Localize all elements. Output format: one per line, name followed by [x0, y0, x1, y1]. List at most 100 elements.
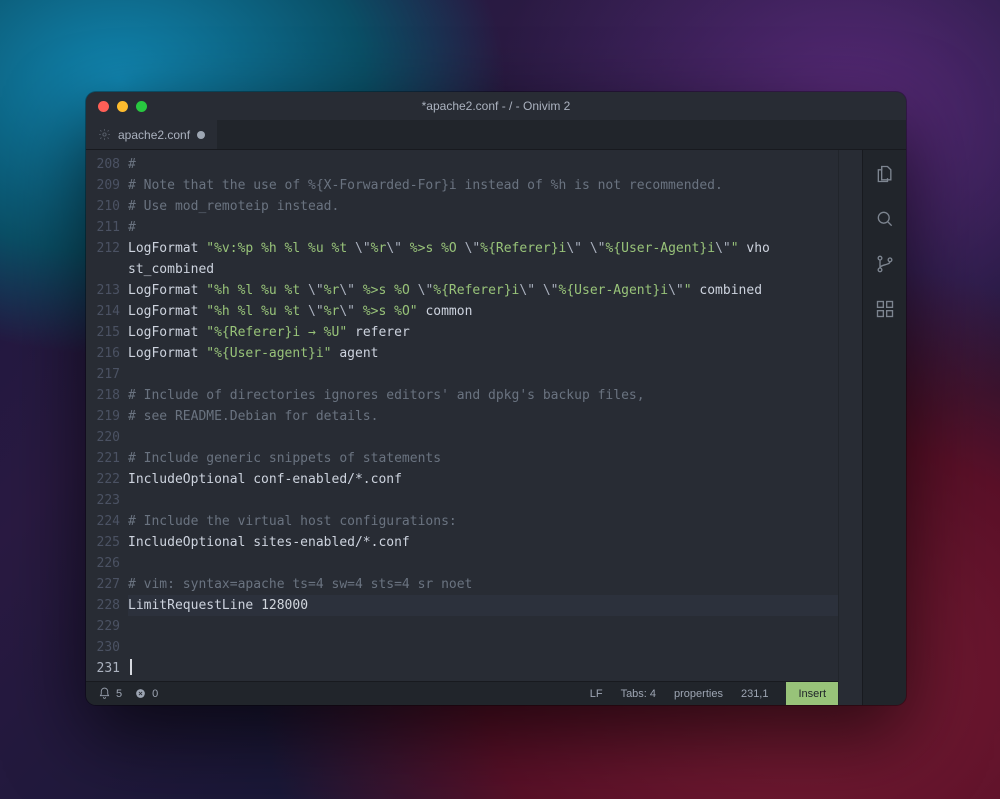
titlebar: *apache2.conf - / - Onivim 2: [86, 92, 906, 120]
editor-line[interactable]: 225IncludeOptional sites-enabled/*.conf: [86, 532, 838, 553]
line-content: # Include the virtual host configuration…: [128, 511, 838, 532]
editor-line[interactable]: 221# Include generic snippets of stateme…: [86, 448, 838, 469]
line-number: 221: [86, 448, 128, 469]
line-content: [128, 553, 838, 574]
status-pos[interactable]: 231,1: [741, 688, 769, 700]
line-content: #: [128, 217, 838, 238]
scm-button[interactable]: [875, 254, 895, 278]
line-number: 213: [86, 280, 128, 301]
editor-line[interactable]: 218# Include of directories ignores edit…: [86, 385, 838, 406]
line-content: LogFormat "%h %l %u %t \"%r\" %>s %O" co…: [128, 301, 838, 322]
gear-icon: [98, 128, 111, 141]
editor-line[interactable]: 224# Include the virtual host configurat…: [86, 511, 838, 532]
errors-count: 0: [152, 688, 158, 700]
editor-line[interactable]: 213LogFormat "%h %l %u %t \"%r\" %>s %O …: [86, 280, 838, 301]
status-tabs[interactable]: Tabs: 4: [621, 688, 656, 700]
status-notifications[interactable]: 5: [98, 687, 122, 700]
line-content: st_combined: [128, 259, 838, 280]
line-content: [128, 364, 838, 385]
editor-line[interactable]: 217: [86, 364, 838, 385]
minimap[interactable]: [838, 150, 862, 705]
git-branch-icon: [875, 254, 895, 274]
editor-line[interactable]: 210# Use mod_remoteip instead.: [86, 196, 838, 217]
editor-line[interactable]: 228LimitRequestLine 128000: [86, 595, 838, 616]
minimize-window-button[interactable]: [117, 101, 128, 112]
editor-line[interactable]: 230: [86, 637, 838, 658]
error-icon: [134, 687, 147, 700]
editor-line[interactable]: 226: [86, 553, 838, 574]
explorer-button[interactable]: [875, 164, 895, 188]
line-number: [86, 259, 128, 280]
line-number: 223: [86, 490, 128, 511]
line-content: [128, 616, 838, 637]
close-window-button[interactable]: [98, 101, 109, 112]
status-mode[interactable]: Insert: [786, 682, 838, 706]
modified-indicator-icon: [197, 131, 205, 139]
line-content: LogFormat "%h %l %u %t \"%r\" %>s %O \"%…: [128, 280, 838, 301]
line-number: 208: [86, 154, 128, 175]
editor-line[interactable]: 208#: [86, 154, 838, 175]
status-eol[interactable]: LF: [590, 688, 603, 700]
line-content: [128, 637, 838, 658]
line-number: 225: [86, 532, 128, 553]
status-lang[interactable]: properties: [674, 688, 723, 700]
line-number: 226: [86, 553, 128, 574]
editor-line[interactable]: 212LogFormat "%v:%p %h %l %u %t \"%r\" %…: [86, 238, 838, 259]
line-content: [128, 658, 838, 679]
line-number: 219: [86, 406, 128, 427]
status-errors[interactable]: 0: [134, 687, 158, 700]
line-number: 209: [86, 175, 128, 196]
line-number: 231: [86, 658, 128, 679]
editor-window: *apache2.conf - / - Onivim 2 apache2.con…: [86, 92, 906, 705]
traffic-lights: [86, 101, 147, 112]
line-number: 217: [86, 364, 128, 385]
editor-line[interactable]: 214LogFormat "%h %l %u %t \"%r\" %>s %O"…: [86, 301, 838, 322]
search-button[interactable]: [875, 209, 895, 233]
activity-bar: [862, 150, 906, 705]
bell-icon: [98, 687, 111, 700]
grid-icon: [875, 299, 895, 319]
zoom-window-button[interactable]: [136, 101, 147, 112]
line-content: # Note that the use of %{X-Forwarded-For…: [128, 175, 838, 196]
line-number: 214: [86, 301, 128, 322]
line-content: LogFormat "%{Referer}i → %U" referer: [128, 322, 838, 343]
line-content: #: [128, 154, 838, 175]
editor-line[interactable]: 231: [86, 658, 838, 679]
line-number: 228: [86, 595, 128, 616]
line-number: 227: [86, 574, 128, 595]
editor-column: 208#209# Note that the use of %{X-Forwar…: [86, 150, 838, 705]
editor-line[interactable]: 211#: [86, 217, 838, 238]
line-content: # vim: syntax=apache ts=4 sw=4 sts=4 sr …: [128, 574, 838, 595]
editor-body: 208#209# Note that the use of %{X-Forwar…: [86, 150, 906, 705]
line-content: LogFormat "%v:%p %h %l %u %t \"%r\" %>s …: [128, 238, 838, 259]
editor-line[interactable]: 216LogFormat "%{User-agent}i" agent: [86, 343, 838, 364]
line-content: LogFormat "%{User-agent}i" agent: [128, 343, 838, 364]
code-editor[interactable]: 208#209# Note that the use of %{X-Forwar…: [86, 150, 838, 681]
extensions-button[interactable]: [875, 299, 895, 323]
editor-line[interactable]: 209# Note that the use of %{X-Forwarded-…: [86, 175, 838, 196]
line-number: 224: [86, 511, 128, 532]
line-number: 215: [86, 322, 128, 343]
editor-line[interactable]: 222IncludeOptional conf-enabled/*.conf: [86, 469, 838, 490]
tab-bar: apache2.conf: [86, 120, 906, 150]
line-number: 216: [86, 343, 128, 364]
text-cursor: [130, 659, 132, 675]
editor-line[interactable]: 227# vim: syntax=apache ts=4 sw=4 sts=4 …: [86, 574, 838, 595]
line-number: 218: [86, 385, 128, 406]
tab-apache2-conf[interactable]: apache2.conf: [86, 120, 217, 149]
line-number: 212: [86, 238, 128, 259]
line-number: 210: [86, 196, 128, 217]
line-content: IncludeOptional sites-enabled/*.conf: [128, 532, 838, 553]
editor-line[interactable]: 223: [86, 490, 838, 511]
tab-label: apache2.conf: [118, 128, 190, 142]
files-icon: [875, 164, 895, 184]
line-number: 222: [86, 469, 128, 490]
status-bar: 5 0 LF Tabs: 4 properties 231,1: [86, 681, 838, 705]
editor-line[interactable]: 219# see README.Debian for details.: [86, 406, 838, 427]
editor-line[interactable]: 215LogFormat "%{Referer}i → %U" referer: [86, 322, 838, 343]
editor-line[interactable]: 229: [86, 616, 838, 637]
editor-line[interactable]: st_combined: [86, 259, 838, 280]
line-content: [128, 427, 838, 448]
editor-line[interactable]: 220: [86, 427, 838, 448]
line-number: 230: [86, 637, 128, 658]
